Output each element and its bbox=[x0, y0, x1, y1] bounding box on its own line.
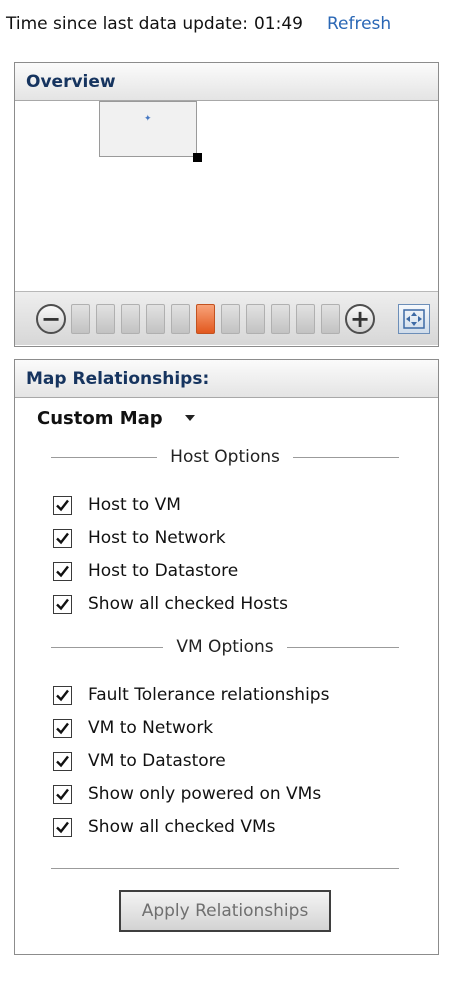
vm-options-label: VM Options bbox=[176, 637, 274, 657]
checkbox[interactable] bbox=[53, 718, 72, 738]
zoom-step[interactable] bbox=[221, 303, 240, 334]
option-row[interactable]: VM to Network bbox=[53, 715, 213, 741]
zoom-step[interactable] bbox=[96, 303, 115, 334]
apply-relationships-button[interactable]: Apply Relationships bbox=[119, 890, 331, 932]
checkmark-icon bbox=[56, 532, 69, 544]
zoom-step[interactable] bbox=[121, 303, 140, 334]
overview-panel: Overview ✦ − + bbox=[14, 62, 439, 347]
divider bbox=[286, 646, 400, 648]
map-node-icon: ✦ bbox=[144, 114, 152, 124]
checkmark-icon bbox=[56, 722, 69, 734]
checkbox[interactable] bbox=[53, 817, 72, 837]
host-options-label: Host Options bbox=[170, 447, 280, 467]
host-options-heading: Host Options bbox=[51, 444, 400, 470]
checkmark-icon bbox=[56, 598, 69, 610]
option-row[interactable]: Show only powered on VMs bbox=[53, 781, 321, 807]
overview-panel-title: Overview bbox=[15, 63, 438, 101]
checkbox[interactable] bbox=[53, 594, 72, 614]
option-label: VM to Datastore bbox=[88, 751, 226, 771]
option-row[interactable]: Fault Tolerance relationships bbox=[53, 682, 329, 708]
checkbox[interactable] bbox=[53, 784, 72, 804]
zoom-toolbar: − + bbox=[15, 291, 438, 345]
option-row[interactable]: Show all checked Hosts bbox=[53, 591, 288, 617]
option-row[interactable]: VM to Datastore bbox=[53, 748, 226, 774]
zoom-step[interactable] bbox=[296, 303, 315, 334]
data-update-status: Time since last data update: 01:49 Refre… bbox=[6, 11, 446, 37]
map-relationships-title: Map Relationships: bbox=[15, 360, 438, 398]
divider bbox=[51, 646, 164, 648]
checkmark-icon bbox=[56, 755, 69, 767]
fit-to-window-icon[interactable] bbox=[398, 304, 430, 334]
zoom-slider[interactable] bbox=[71, 303, 340, 334]
overview-canvas[interactable]: ✦ bbox=[15, 101, 438, 291]
option-row[interactable]: Host to Network bbox=[53, 525, 226, 551]
zoom-step[interactable] bbox=[71, 303, 90, 334]
update-elapsed-time: 01:49 bbox=[253, 14, 303, 34]
checkmark-icon bbox=[56, 499, 69, 511]
checkbox[interactable] bbox=[53, 528, 72, 548]
map-type-label: Custom Map bbox=[37, 407, 163, 429]
overview-viewport-rect[interactable]: ✦ bbox=[99, 101, 197, 157]
option-label: Show all checked Hosts bbox=[88, 594, 288, 614]
option-label: VM to Network bbox=[88, 718, 214, 738]
option-label: Fault Tolerance relationships bbox=[88, 685, 330, 705]
divider bbox=[51, 456, 158, 458]
refresh-link[interactable]: Refresh bbox=[327, 14, 391, 34]
divider bbox=[51, 868, 399, 869]
option-row[interactable]: Host to Datastore bbox=[53, 558, 238, 584]
checkmark-icon bbox=[56, 689, 69, 701]
vm-options-heading: VM Options bbox=[51, 634, 400, 660]
option-row[interactable]: Host to VM bbox=[53, 492, 181, 518]
map-type-dropdown[interactable]: Custom Map bbox=[37, 405, 195, 431]
checkmark-icon bbox=[56, 788, 69, 800]
zoom-step[interactable] bbox=[246, 303, 265, 334]
zoom-step[interactable] bbox=[146, 303, 165, 334]
checkbox[interactable] bbox=[53, 561, 72, 581]
zoom-out-icon[interactable]: − bbox=[36, 303, 66, 334]
zoom-out-symbol: − bbox=[40, 304, 62, 333]
zoom-step[interactable] bbox=[271, 303, 290, 334]
chevron-down-icon bbox=[184, 415, 195, 421]
zoom-in-symbol: + bbox=[349, 304, 371, 333]
zoom-step-active[interactable] bbox=[196, 303, 215, 334]
update-status-label: Time since last data update: bbox=[6, 14, 248, 34]
viewport-resize-handle[interactable] bbox=[193, 153, 202, 162]
option-row[interactable]: Show all checked VMs bbox=[53, 814, 276, 840]
zoom-in-icon[interactable]: + bbox=[345, 303, 375, 334]
option-label: Host to Datastore bbox=[88, 561, 239, 581]
checkbox[interactable] bbox=[53, 685, 72, 705]
divider bbox=[292, 456, 400, 458]
map-relationships-panel: Map Relationships: Custom Map Host Optio… bbox=[14, 359, 439, 955]
option-label: Host to VM bbox=[88, 495, 181, 515]
checkbox[interactable] bbox=[53, 495, 72, 515]
map-relationships-body: Custom Map Host Options Host to VM Host t… bbox=[15, 398, 438, 954]
zoom-step[interactable] bbox=[171, 303, 190, 334]
option-label: Host to Network bbox=[88, 528, 226, 548]
fit-arrows-icon bbox=[403, 309, 425, 329]
checkmark-icon bbox=[56, 821, 69, 833]
inventory-map-sidebar: Time since last data update: 01:49 Refre… bbox=[0, 0, 460, 990]
checkmark-icon bbox=[56, 565, 69, 577]
option-label: Show all checked VMs bbox=[88, 817, 276, 837]
option-label: Show only powered on VMs bbox=[88, 784, 322, 804]
zoom-step[interactable] bbox=[321, 303, 340, 334]
checkbox[interactable] bbox=[53, 751, 72, 771]
